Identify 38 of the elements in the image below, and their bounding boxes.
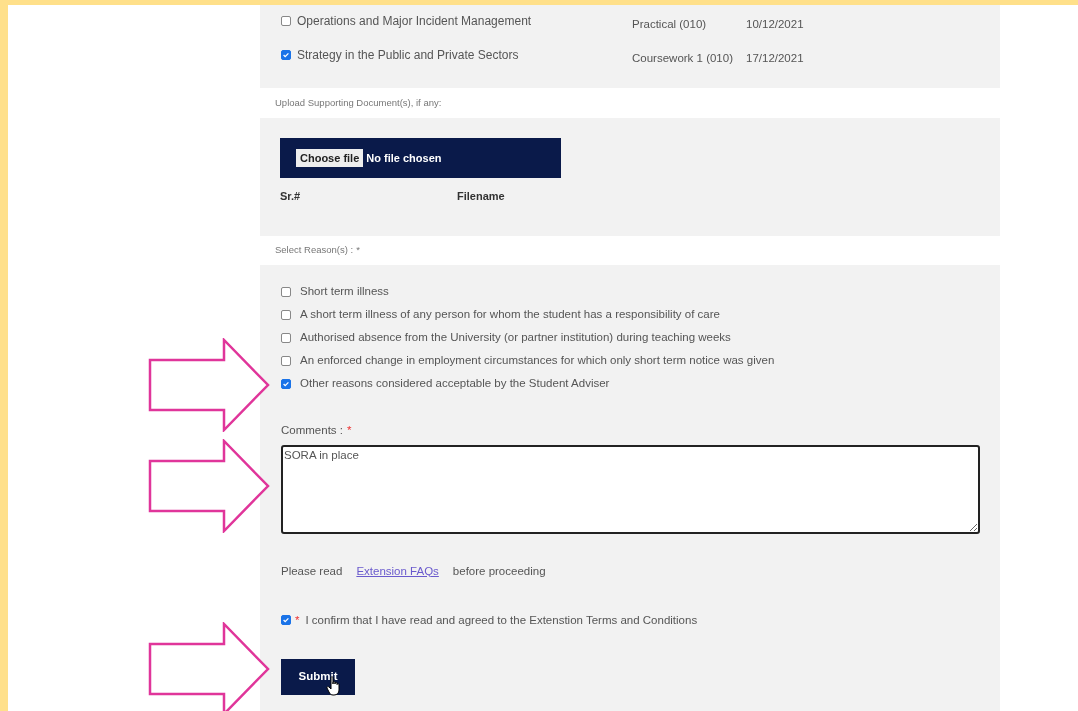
checkbox[interactable]: [281, 333, 291, 343]
upload-label: Upload Supporting Document(s), if any:: [275, 95, 442, 110]
due-date: 10/12/2021: [746, 17, 804, 33]
due-date: 17/12/2021: [746, 51, 804, 67]
comments-field[interactable]: SORA in place: [281, 445, 980, 535]
required-mark: *: [295, 612, 300, 628]
faq-link[interactable]: Extension FAQs: [356, 562, 439, 580]
reason-label: Short term illness: [300, 284, 389, 300]
module-name: Strategy in the Public and Private Sectors: [297, 47, 520, 64]
checkbox[interactable]: [281, 356, 291, 366]
reason-label: Authorised absence from the University (or partner institution) during teaching weeks: [300, 330, 731, 346]
file-input[interactable]: Choose file No file chosen: [280, 138, 561, 178]
required-mark: *: [356, 243, 360, 258]
reason-label: Other reasons considered acceptable by the Student Adviser: [300, 376, 610, 392]
arrow-icon: [148, 439, 270, 533]
module-name: Operations and Major Incident Management: [297, 13, 533, 30]
checkbox[interactable]: [281, 16, 291, 26]
checkbox[interactable]: [281, 50, 291, 60]
required-mark: *: [347, 423, 352, 438]
assessment: Coursework 1 (010): [632, 51, 734, 67]
checkbox[interactable]: [281, 310, 291, 320]
assessment: Practical (010): [632, 17, 708, 33]
arrow-icon: [148, 338, 270, 432]
choose-file-button[interactable]: Choose file: [296, 148, 364, 168]
column-header: Filename: [457, 189, 506, 204]
reasons-label: Select Reason(s) :: [275, 243, 354, 258]
checkbox[interactable]: [281, 615, 291, 626]
file-status: No file chosen: [366, 150, 442, 166]
column-header: Sr.#: [280, 189, 302, 204]
reason-label: A short term illness of any person for whom the student has a responsibility of care: [300, 307, 720, 323]
checkbox[interactable]: [281, 379, 291, 389]
reason-label: An enforced change in employment circumstances for which only short term notice was given: [300, 353, 775, 369]
comments-label: Comments :: [281, 423, 343, 438]
submit-button[interactable]: Submit: [281, 659, 355, 695]
checkbox[interactable]: [281, 287, 291, 297]
confirm-label: I confirm that I have read and agreed to the Extenstion Terms and Conditions: [305, 612, 698, 628]
faq-text: Please read: [281, 563, 343, 579]
faq-text: before proceeding: [452, 563, 546, 579]
